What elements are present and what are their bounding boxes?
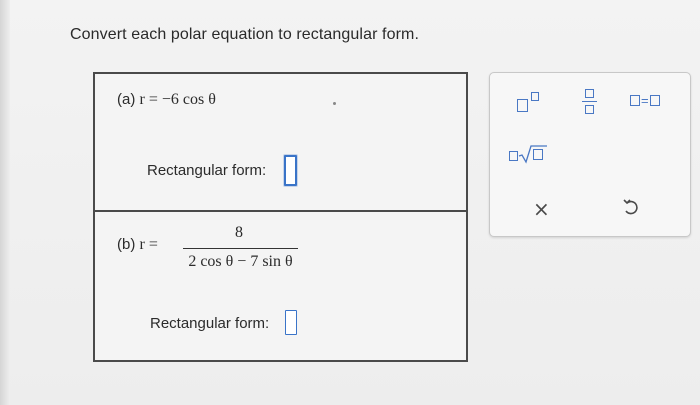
mixed-number-icon[interactable]: = xyxy=(630,94,670,108)
exponent-power-box xyxy=(531,92,539,101)
fraction-icon[interactable] xyxy=(582,87,598,117)
instruction-text: Convert each polar equation to rectangul… xyxy=(70,26,419,43)
clear-icon[interactable]: × xyxy=(533,199,550,219)
radicand-box xyxy=(533,149,543,160)
part-a-label: (a) xyxy=(117,91,136,108)
part-b-label: (b) xyxy=(117,236,136,253)
part-b-answer-label: Rectangular form: xyxy=(150,315,270,332)
section-divider xyxy=(95,210,466,212)
part-a-answer-input[interactable] xyxy=(284,155,297,186)
exponent-base-box xyxy=(517,99,528,112)
fraction-numerator-box xyxy=(585,89,594,98)
stray-dot xyxy=(333,102,336,105)
mixed-left-box xyxy=(630,95,640,107)
part-a-equation: r = −6 cos θ xyxy=(139,91,216,108)
part-b-answer-input[interactable] xyxy=(285,310,297,335)
part-a-answer-label: Rectangular form: xyxy=(147,162,267,179)
part-b-numerator: 8 xyxy=(235,224,243,241)
mixed-equals-sign: = xyxy=(641,92,649,108)
left-edge-shade xyxy=(0,0,10,405)
fraction-icon-bar xyxy=(582,101,597,102)
question-panel: (a) r = −6 cos θ Rectangular form: (b) r… xyxy=(93,72,468,362)
mixed-right-box xyxy=(649,95,660,107)
part-b-lhs: r = xyxy=(139,236,158,253)
undo-icon[interactable] xyxy=(622,197,640,217)
root-index-box xyxy=(509,151,518,161)
part-b-prompt: (b) r = xyxy=(117,236,158,254)
part-b-denominator: 2 cos θ − 7 sin θ xyxy=(188,253,293,270)
math-toolbar: = × xyxy=(489,72,691,237)
fraction-denominator-box xyxy=(585,105,594,114)
fraction-bar xyxy=(183,248,298,249)
nth-root-icon[interactable] xyxy=(509,144,547,164)
part-a-prompt: (a) r = −6 cos θ xyxy=(117,91,216,109)
exponent-icon[interactable] xyxy=(517,92,543,114)
part-b-fraction: 8 2 cos θ − 7 sin θ xyxy=(183,224,298,271)
